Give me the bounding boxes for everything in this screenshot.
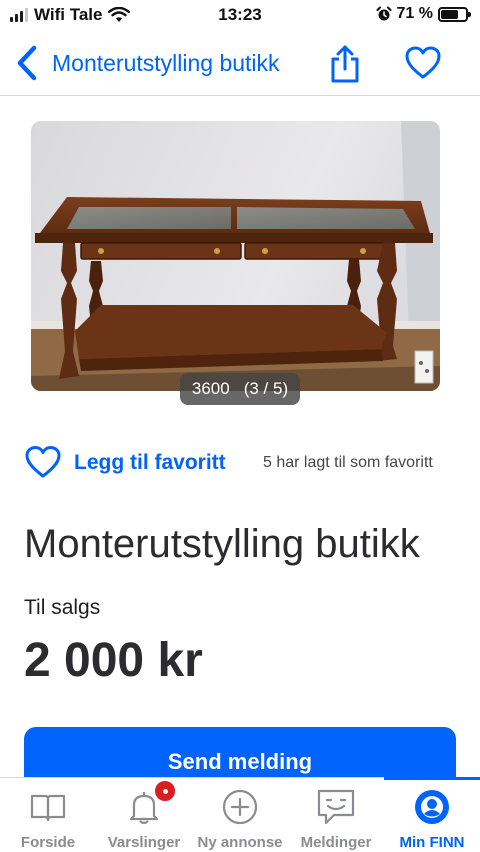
- tab-label: Meldinger: [300, 834, 372, 851]
- ad-price: 2 000 kr: [24, 634, 203, 687]
- favorite-count: 5 har lagt til som favoritt: [263, 454, 433, 471]
- tab-varslinger[interactable]: Varslinger: [96, 778, 192, 852]
- chat-icon: [317, 789, 355, 825]
- battery-fill: [441, 9, 459, 19]
- ad-image[interactable]: [31, 121, 440, 391]
- image-counter-position: (3 / 5): [243, 379, 289, 398]
- heart-icon: [25, 446, 61, 478]
- nav-bar: Monterutstylling butikk: [0, 34, 480, 96]
- image-counter-text: 3600: [191, 379, 230, 398]
- nav-title: Monterutstylling butikk: [52, 50, 280, 76]
- add-favorite-label[interactable]: Legg til favoritt: [74, 451, 226, 475]
- tab-label: Forside: [20, 834, 76, 851]
- tab-label: Min FINN: [399, 834, 465, 851]
- share-button[interactable]: [328, 44, 362, 84]
- tab-bar: Forside Varslinger Ny annonse Meldinger: [0, 777, 480, 852]
- heart-icon: [405, 46, 441, 79]
- tab-label: Varslinger: [107, 834, 181, 851]
- add-favorite-row[interactable]: Legg til favoritt 5 har lagt til som fav…: [24, 443, 464, 483]
- tab-label: Ny annonse: [197, 834, 283, 851]
- battery-percent: 71 %: [396, 5, 433, 22]
- tab-forside[interactable]: Forside: [0, 778, 96, 852]
- screen: Wifi Tale 13:23 71 % Monterutstylling bu…: [0, 0, 480, 852]
- image-counter: 3600 (3 / 5): [180, 373, 300, 405]
- book-icon: [30, 794, 66, 822]
- notification-badge: [153, 779, 177, 803]
- chevron-left-icon: [17, 45, 37, 81]
- console-table-photo: [31, 121, 440, 391]
- ad-title: Monterutstylling butikk: [24, 522, 420, 566]
- status-bar: Wifi Tale 13:23 71 %: [0, 0, 480, 32]
- profile-icon: [415, 790, 449, 824]
- status-right: 71 %: [376, 5, 471, 23]
- share-icon: [331, 45, 359, 83]
- back-button[interactable]: [12, 43, 42, 83]
- battery-icon: [438, 6, 471, 22]
- plus-circle-icon: [222, 789, 258, 825]
- tab-meldinger[interactable]: Meldinger: [288, 778, 384, 852]
- favorite-button[interactable]: [404, 45, 442, 81]
- tab-ny-annonse[interactable]: Ny annonse: [192, 778, 288, 852]
- ad-type: Til salgs: [24, 596, 101, 619]
- alarm-icon: [376, 6, 392, 21]
- tab-min-finn[interactable]: Min FINN: [384, 777, 480, 852]
